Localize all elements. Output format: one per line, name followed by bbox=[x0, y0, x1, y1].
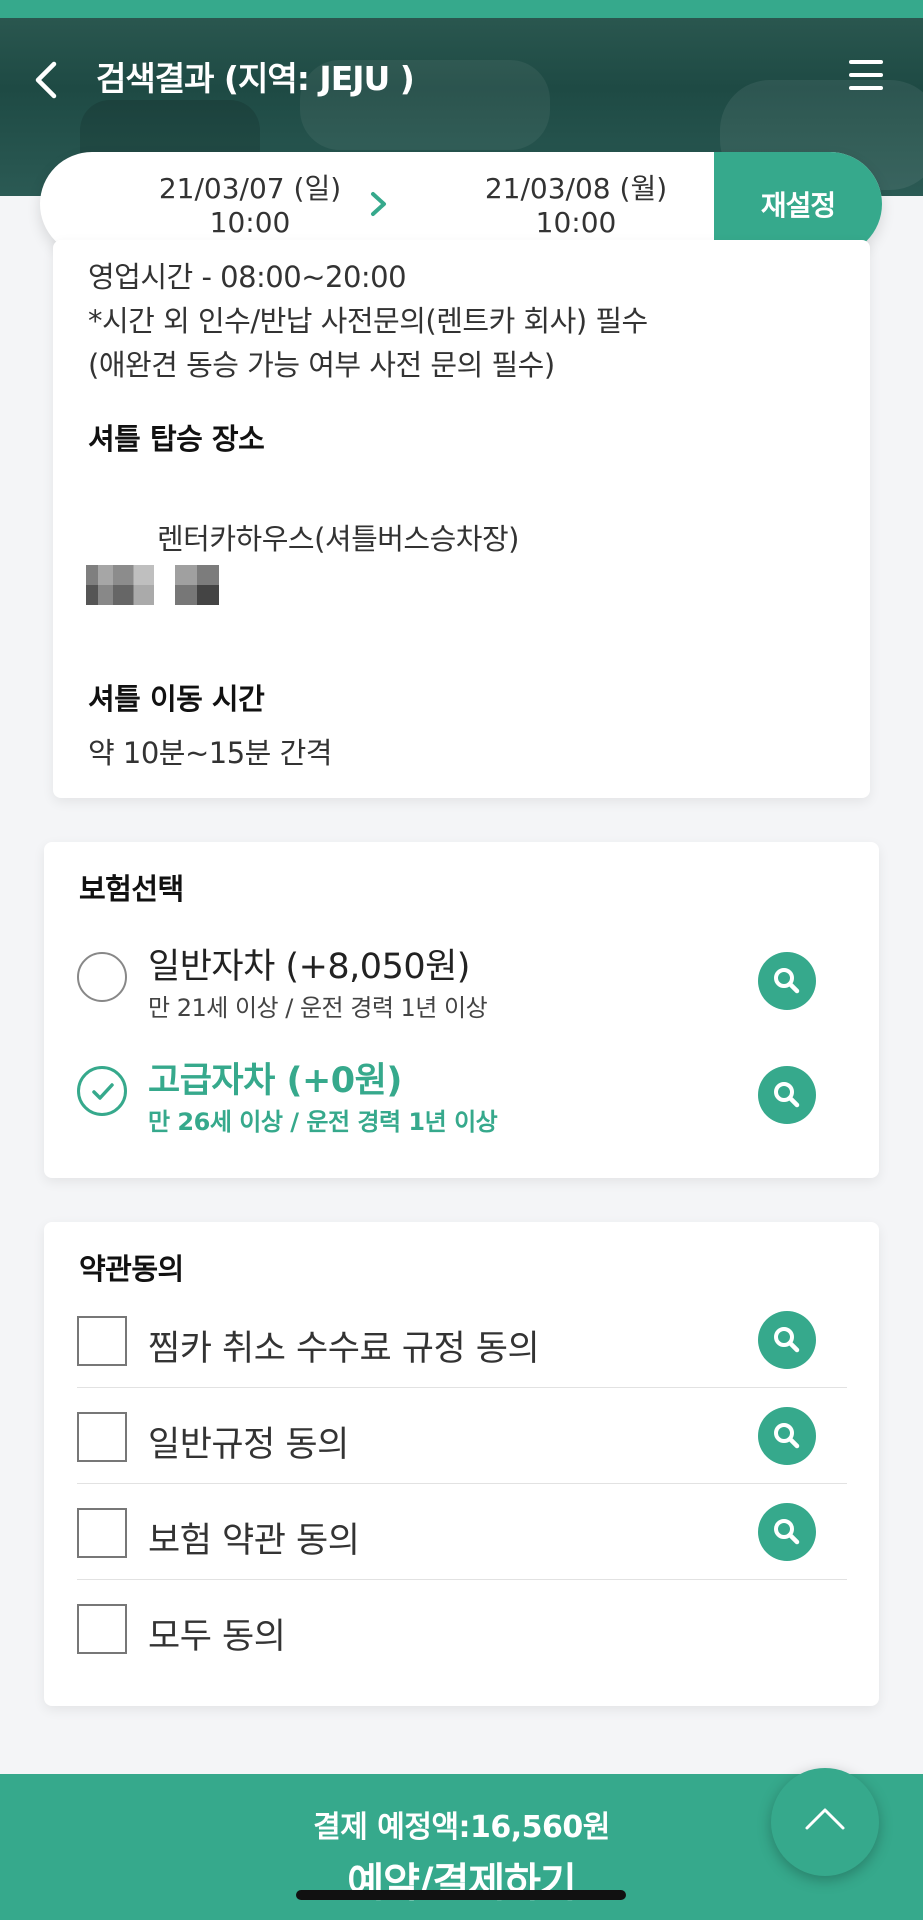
option-condition: 만 21세 이상 / 운전 경력 1년 이상 bbox=[148, 994, 488, 1022]
term-row-insurance: 보험 약관 동의 bbox=[77, 1484, 847, 1580]
search-icon[interactable] bbox=[758, 1503, 816, 1561]
term-label: 보험 약관 동의 bbox=[148, 1521, 360, 1561]
checkbox[interactable] bbox=[77, 1316, 127, 1366]
chevron-up-icon bbox=[805, 1808, 845, 1830]
notice-line: (애완견 동승 가능 여부 사전 문의 필수) bbox=[88, 348, 555, 382]
blurred-image bbox=[86, 565, 154, 605]
search-icon[interactable] bbox=[758, 952, 816, 1010]
home-indicator bbox=[296, 1890, 626, 1900]
terms-card: 약관동의 찜카 취소 수수료 규정 동의 일반규정 동의 보험 약관 동의 모두… bbox=[44, 1222, 879, 1706]
search-icon[interactable] bbox=[758, 1311, 816, 1369]
term-row-general: 일반규정 동의 bbox=[77, 1388, 847, 1484]
scroll-to-top-button[interactable] bbox=[771, 1768, 879, 1876]
shuttle-time-title: 셔틀 이동 시간 bbox=[88, 682, 265, 716]
chevron-left-icon[interactable] bbox=[28, 58, 68, 102]
term-label: 일반규정 동의 bbox=[148, 1425, 349, 1465]
option-name: 고급자차 (+0원) bbox=[148, 1061, 402, 1101]
shuttle-time: 약 10분~15분 간격 bbox=[88, 736, 332, 770]
option-name: 일반자차 (+8,050원) bbox=[148, 947, 470, 987]
rental-start[interactable]: 21/03/07 (일) 10:00 bbox=[140, 172, 360, 240]
end-date: 21/03/08 (월) bbox=[484, 172, 668, 205]
checkbox[interactable] bbox=[77, 1412, 127, 1462]
option-condition: 만 26세 이상 / 운전 경력 1년 이상 bbox=[148, 1108, 498, 1136]
start-date: 21/03/07 (일) bbox=[158, 172, 342, 205]
notice-line: *시간 외 인수/반납 사전문의(렌트카 회사) 필수 bbox=[88, 304, 648, 338]
page-title: 검색결과 (지역: JEJU ) bbox=[96, 59, 415, 98]
term-label: 모두 동의 bbox=[148, 1617, 286, 1657]
insurance-option-premium[interactable]: 고급자차 (+0원) 만 26세 이상 / 운전 경력 1년 이상 bbox=[44, 1048, 879, 1148]
term-row-all: 모두 동의 bbox=[77, 1580, 847, 1676]
checkbox[interactable] bbox=[77, 1604, 127, 1654]
term-label: 찜카 취소 수수료 규정 동의 bbox=[148, 1329, 540, 1369]
search-icon[interactable] bbox=[758, 1407, 816, 1465]
rental-info-card: 영업시간 - 08:00~20:00 *시간 외 인수/반납 사전문의(렌트카 … bbox=[53, 240, 870, 798]
radio-button[interactable] bbox=[77, 952, 127, 1002]
end-time: 10:00 bbox=[535, 206, 617, 239]
search-icon[interactable] bbox=[758, 1066, 816, 1124]
status-bar-strip bbox=[0, 0, 923, 18]
business-hours: 영업시간 - 08:00~20:00 bbox=[88, 260, 407, 294]
start-time: 10:00 bbox=[209, 206, 291, 239]
insurance-card: 보험선택 일반자차 (+8,050원) 만 21세 이상 / 운전 경력 1년 … bbox=[44, 842, 879, 1178]
rental-end[interactable]: 21/03/08 (월) 10:00 bbox=[466, 172, 686, 240]
shuttle-place-title: 셔틀 탑승 장소 bbox=[88, 422, 265, 456]
insurance-title: 보험선택 bbox=[79, 872, 184, 906]
terms-title: 약관동의 bbox=[79, 1252, 184, 1286]
radio-button-checked[interactable] bbox=[77, 1066, 127, 1116]
shuttle-place: 렌터카하우스(셔틀버스승차장) bbox=[157, 522, 519, 556]
insurance-option-basic[interactable]: 일반자차 (+8,050원) 만 21세 이상 / 운전 경력 1년 이상 bbox=[44, 934, 879, 1034]
chevron-right-icon bbox=[366, 186, 392, 222]
checkbox[interactable] bbox=[77, 1508, 127, 1558]
hamburger-menu-icon[interactable] bbox=[849, 60, 883, 92]
blurred-image bbox=[175, 565, 219, 605]
term-row-cancel-fee: 찜카 취소 수수료 규정 동의 bbox=[77, 1292, 847, 1388]
